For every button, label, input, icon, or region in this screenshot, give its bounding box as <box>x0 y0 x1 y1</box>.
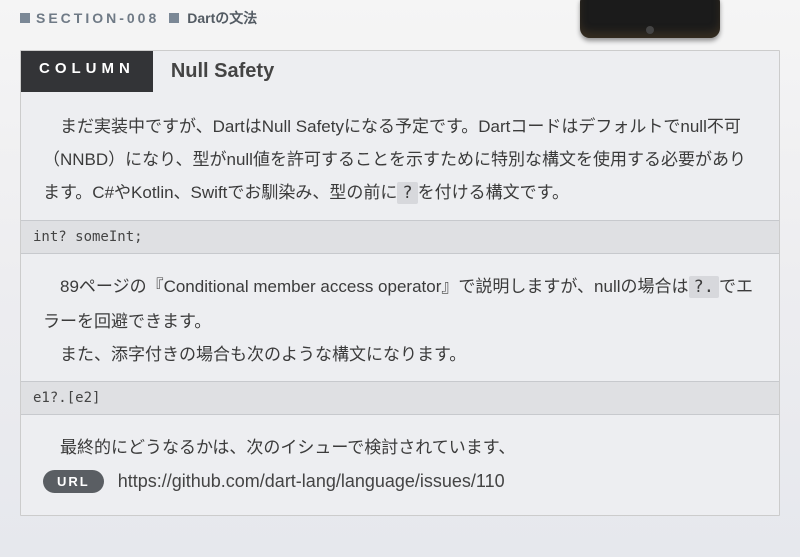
inline-code-qdot: ?. <box>689 276 719 298</box>
square-bullet-icon <box>169 13 179 23</box>
paragraph-4: 最終的にどうなるかは、次のイシューで検討されています、 <box>43 431 757 464</box>
column-header: COLUMN Null Safety <box>21 51 779 92</box>
paragraph-3: また、添字付きの場合も次のような構文になります。 <box>43 338 757 371</box>
code-block-1: int? someInt; <box>21 220 779 254</box>
paragraph-1: まだ実装中ですが、DartはNull Safetyになる予定です。Dartコード… <box>43 110 757 210</box>
column-body-3: 最終的にどうなるかは、次のイシューで検討されています、 <box>21 425 779 464</box>
binder-clip <box>580 0 720 38</box>
section-label: SECTION-008 <box>36 10 159 26</box>
column-body: まだ実装中ですが、DartはNull Safetyになる予定です。Dartコード… <box>21 92 779 210</box>
column-title: Null Safety <box>153 51 292 92</box>
column-box: COLUMN Null Safety まだ実装中ですが、DartはNull Sa… <box>20 50 780 516</box>
paragraph-2: 89ページの『Conditional member access operato… <box>43 270 757 337</box>
text: まだ実装中ですが、DartはNull Safetyになる予定です。Dartコード… <box>43 117 746 202</box>
column-body-2: 89ページの『Conditional member access operato… <box>21 264 779 370</box>
column-badge: COLUMN <box>21 51 153 92</box>
section-title: Dartの文法 <box>187 8 257 28</box>
url-row: URL https://github.com/dart-lang/languag… <box>21 464 779 493</box>
code-block-2: e1?.[e2] <box>21 381 779 415</box>
url-badge: URL <box>43 470 104 493</box>
url-text: https://github.com/dart-lang/language/is… <box>118 471 505 492</box>
square-bullet-icon <box>20 13 30 23</box>
text: を付ける構文です。 <box>418 183 569 202</box>
inline-code-question: ? <box>397 182 417 204</box>
text: 89ページの『Conditional member access operato… <box>60 277 689 296</box>
